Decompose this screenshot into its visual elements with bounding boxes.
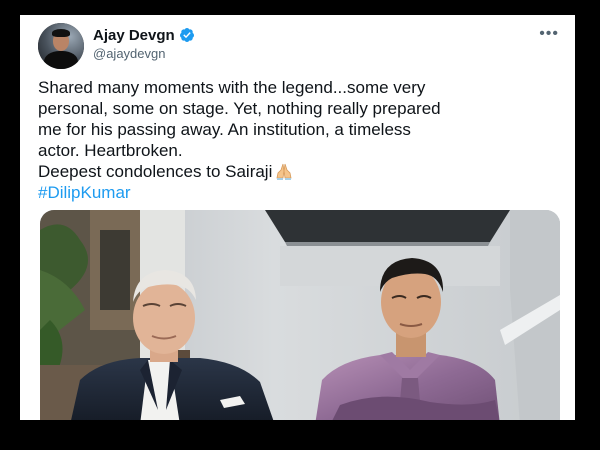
- tweet-text-line: actor. Heartbroken.: [38, 141, 183, 160]
- tweet-text-line-condolence: Deepest condolences to Sairaji: [38, 161, 563, 182]
- author-handle[interactable]: @ajaydevgn: [93, 46, 165, 61]
- tweet-text-line: personal, some on stage. Yet, nothing re…: [38, 99, 441, 118]
- tweet-text-fragment: Deepest condolences to Sairaji: [38, 162, 273, 181]
- ellipsis-icon[interactable]: •••: [539, 25, 559, 43]
- tweet-media-photo[interactable]: [40, 210, 560, 420]
- tweet-header: Ajay Devgn @ajaydevgn •••: [20, 15, 575, 75]
- photo-illustration: [40, 210, 560, 420]
- hashtag-link[interactable]: #DilipKumar: [38, 182, 563, 203]
- tweet-text-line: Shared many moments with the legend...so…: [38, 78, 426, 97]
- avatar[interactable]: [38, 23, 84, 69]
- tweet-text: Shared many moments with the legend...so…: [38, 77, 563, 203]
- verified-badge-icon: [179, 28, 194, 42]
- tweet-card: Ajay Devgn @ajaydevgn ••• Shared many mo…: [20, 15, 575, 420]
- folded-hands-emoji: [276, 163, 292, 180]
- tweet-text-line: me for his passing away. An institution,…: [38, 120, 411, 139]
- author-name[interactable]: Ajay Devgn: [93, 27, 175, 44]
- author-row: Ajay Devgn: [93, 25, 195, 45]
